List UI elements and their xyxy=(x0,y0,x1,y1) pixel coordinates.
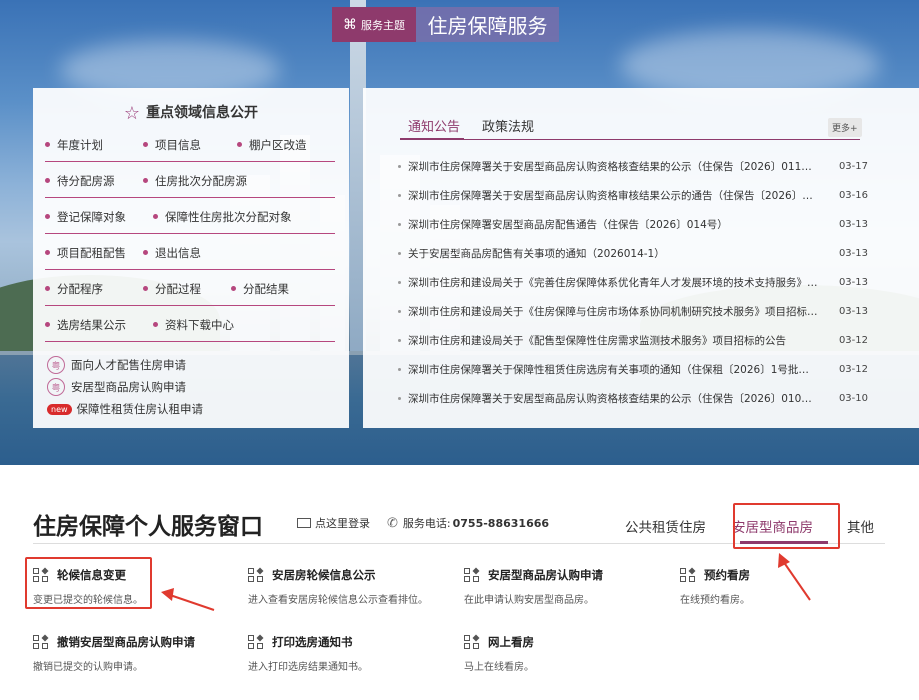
app-grid-icon xyxy=(464,567,481,583)
app-grid-icon xyxy=(248,567,265,583)
service-item-cancel-apply[interactable]: 撤销安居型商品房认购申请 撤销已提交的认购申请。 xyxy=(33,634,195,673)
service-item-queue-publicity[interactable]: 安居房轮候信息公示 进入查看安居房轮候信息公示查看排位。 xyxy=(248,567,428,606)
service-item-print-notice[interactable]: 打印选房通知书 进入打印选房结果通知书。 xyxy=(248,634,368,673)
app-grid-icon xyxy=(680,567,697,583)
app-grid-icon xyxy=(248,634,265,650)
service-item-viewing-appointment[interactable]: 预约看房 在线预约看房。 xyxy=(680,567,750,606)
app-grid-icon xyxy=(33,634,50,650)
service-item-online-viewing[interactable]: 网上看房 马上在线看房。 xyxy=(464,634,534,673)
app-grid-icon xyxy=(464,634,481,650)
service-item-purchase-apply[interactable]: 安居型商品房认购申请 在此申请认购安居型商品房。 xyxy=(464,567,603,606)
service-item-queue-change[interactable]: 轮候信息变更 变更已提交的轮候信息。 xyxy=(33,567,143,606)
app-grid-icon xyxy=(33,567,50,583)
